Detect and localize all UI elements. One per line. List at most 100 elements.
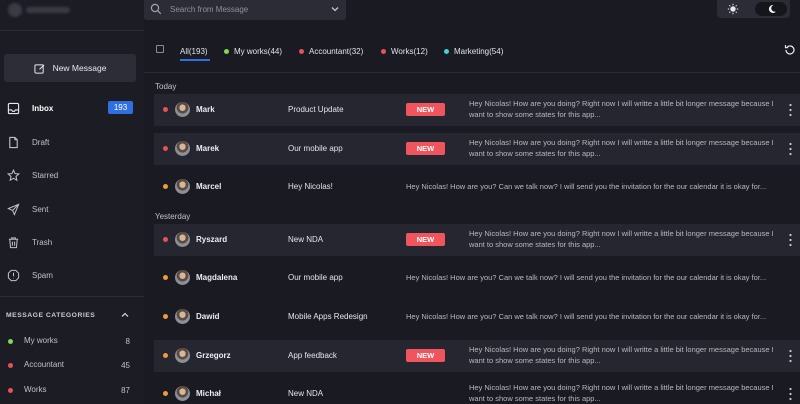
- status-dot: [163, 391, 168, 396]
- sidebar-divider: [0, 296, 144, 297]
- sidebar-item-sent[interactable]: Sent: [0, 198, 144, 220]
- sidebar-item-label: Spam: [32, 270, 53, 280]
- avatar: [175, 179, 190, 194]
- sidebar-item-inbox[interactable]: Inbox 193: [0, 97, 144, 119]
- category-dot: [8, 388, 13, 393]
- tab-all[interactable]: All(193): [180, 44, 208, 58]
- tab-dot: [299, 48, 304, 54]
- message-preview: Hey Nicolas! How are you? Can we talk no…: [406, 312, 767, 321]
- avatar: [175, 348, 190, 363]
- message-subject: App feedback: [288, 351, 337, 360]
- sidebar-item-label: Trash: [32, 237, 53, 247]
- status-dot: [163, 353, 168, 358]
- group-label-today: Today: [155, 82, 177, 91]
- message-preview: Hey Nicolas! How are you? Can we talk no…: [406, 273, 767, 282]
- tab-label: Accountant(32): [309, 46, 364, 56]
- tab-works[interactable]: Works(12): [381, 44, 428, 58]
- refresh-icon[interactable]: [784, 44, 796, 56]
- new-badge: NEW: [406, 349, 445, 362]
- sender-name: Marek: [196, 144, 220, 153]
- more-options-icon[interactable]: [789, 349, 792, 363]
- message-preview: Hey Nicolas! How are you doing? Right no…: [469, 383, 774, 403]
- brand-avatar: [8, 3, 22, 17]
- moon-icon: [768, 4, 776, 13]
- message-subject: Mobile Apps Redesign: [288, 312, 368, 321]
- message-subject: Product Update: [288, 105, 344, 114]
- message-row[interactable]: Grzegorz App feedback NEW Hey Nicolas! H…: [154, 340, 800, 372]
- sidebar-item-trash[interactable]: Trash: [0, 231, 144, 253]
- message-row[interactable]: Dawid Mobile Apps Redesign Hey Nicolas! …: [154, 301, 800, 333]
- sender-name: Ryszard: [196, 235, 228, 244]
- category-label: My works: [24, 336, 58, 345]
- tab-marketing[interactable]: Marketing(54): [444, 44, 503, 58]
- tab-label: My works(44): [234, 46, 283, 56]
- message-row[interactable]: Michał New NDA Hey Nicolas! How are you …: [154, 378, 800, 404]
- tab-dot: [381, 48, 386, 54]
- theme-toggle: [717, 0, 790, 18]
- tab-label: Marketing(54): [454, 46, 504, 56]
- tab-my-works[interactable]: My works(44): [224, 44, 282, 58]
- message-row[interactable]: Ryszard New NDA NEW Hey Nicolas! How are…: [154, 224, 800, 256]
- send-icon: [6, 202, 20, 216]
- new-badge: NEW: [406, 233, 445, 246]
- sidebar-item-label: Draft: [32, 137, 50, 147]
- active-tab-indicator: [180, 59, 210, 61]
- message-row[interactable]: Marcel Hey Nicolas! Hey Nicolas! How are…: [154, 171, 800, 203]
- sidebar-item-label: Starred: [32, 170, 59, 180]
- tab-label: All(193): [180, 46, 208, 56]
- dark-mode-switch[interactable]: [755, 2, 787, 16]
- message-preview: Hey Nicolas! How are you doing? Right no…: [469, 345, 774, 365]
- brand-logo: [8, 2, 72, 18]
- avatar: [175, 141, 190, 156]
- sidebar-item-label: Inbox: [32, 103, 54, 113]
- draft-icon: [6, 135, 20, 149]
- category-count: 87: [121, 386, 130, 395]
- tab-dot: [444, 48, 449, 54]
- status-dot: [163, 237, 168, 242]
- category-item-works[interactable]: Works 87: [0, 382, 144, 398]
- trash-icon: [6, 235, 20, 249]
- sidebar-item-starred[interactable]: Starred: [0, 164, 144, 186]
- category-label: Works: [24, 385, 47, 394]
- sidebar-item-draft[interactable]: Draft: [0, 131, 144, 153]
- sun-icon[interactable]: [727, 3, 739, 15]
- sidebar-item-spam[interactable]: Spam: [0, 264, 144, 286]
- chevron-up-icon[interactable]: [120, 310, 130, 320]
- more-options-icon[interactable]: [789, 103, 792, 117]
- avatar: [175, 386, 190, 401]
- category-item-accountant[interactable]: Accountant 45: [0, 357, 144, 373]
- inbox-count-badge: 193: [108, 101, 133, 114]
- sidebar-item-label: Sent: [32, 204, 49, 214]
- message-subject: Our mobile app: [288, 273, 343, 282]
- message-subject: New NDA: [288, 389, 324, 398]
- message-subject: New NDA: [288, 235, 324, 244]
- category-dot: [8, 363, 13, 368]
- more-options-icon[interactable]: [789, 233, 792, 247]
- tab-accountant[interactable]: Accountant(32): [299, 44, 363, 58]
- search-input[interactable]: [170, 2, 320, 16]
- status-dot: [163, 314, 168, 319]
- message-row[interactable]: Marek Our mobile app NEW Hey Nicolas! Ho…: [154, 133, 800, 165]
- tab-dot: [224, 48, 229, 54]
- new-badge: NEW: [406, 142, 445, 155]
- select-all-checkbox[interactable]: [156, 45, 164, 53]
- message-row[interactable]: Magdalena Our mobile app Hey Nicolas! Ho…: [154, 262, 800, 294]
- search-icon: [150, 3, 162, 15]
- message-subject: Hey Nicolas!: [288, 182, 333, 191]
- new-badge: NEW: [406, 103, 445, 116]
- new-message-label: New Message: [52, 63, 107, 73]
- category-count: 45: [121, 361, 130, 370]
- message-row[interactable]: Mark Product Update NEW Hey Nicolas! How…: [154, 94, 800, 126]
- avatar: [175, 309, 190, 324]
- inbox-icon: [6, 101, 20, 115]
- new-message-button[interactable]: New Message: [4, 54, 136, 82]
- chevron-down-icon[interactable]: [330, 4, 340, 14]
- category-dot: [8, 339, 13, 344]
- spam-icon: [6, 268, 20, 282]
- more-options-icon[interactable]: [789, 142, 792, 156]
- sender-name: Michał: [196, 389, 221, 398]
- sender-name: Magdalena: [196, 273, 238, 282]
- category-item-my-works[interactable]: My works 8: [0, 333, 144, 349]
- more-options-icon[interactable]: [789, 387, 792, 401]
- star-icon: [6, 168, 20, 182]
